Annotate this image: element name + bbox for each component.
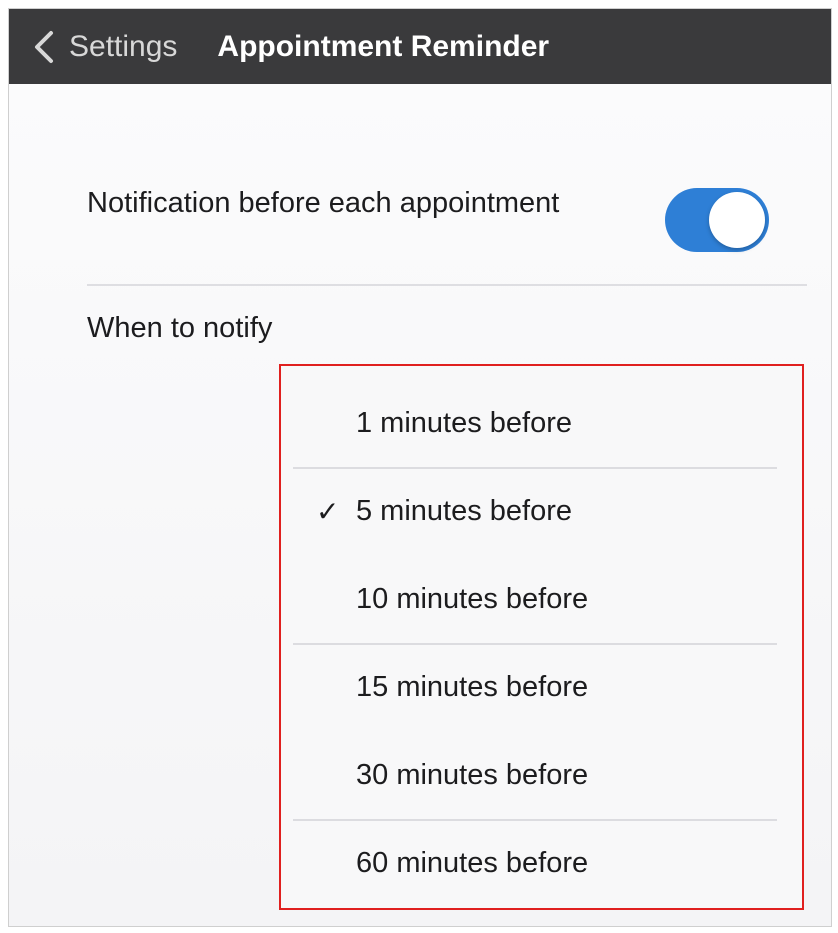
notify-time-dropdown: 1 minutes before ✓ 5 minutes before 10 minu…: [279, 364, 804, 910]
app-window: Settings Appointment Reminder Notificati…: [8, 8, 832, 927]
chevron-left-icon: [35, 30, 53, 63]
dropdown-option-label: 10 minutes before: [356, 583, 589, 615]
notification-toggle-row: Notification before each appointment: [87, 174, 807, 284]
notification-toggle-switch[interactable]: [665, 188, 769, 252]
when-to-notify-label: When to notify: [87, 312, 273, 344]
dropdown-option-label: 60 minutes before: [356, 847, 589, 879]
checkmark-icon: ✓: [316, 496, 340, 527]
notification-toggle-label: Notification before each appointment: [87, 187, 560, 219]
dropdown-option[interactable]: 15 minutes before: [281, 644, 802, 732]
dropdown-option[interactable]: 60 minutes before: [281, 820, 802, 908]
dropdown-option[interactable]: 1 minutes before: [281, 380, 802, 468]
back-button[interactable]: Settings: [9, 9, 177, 84]
toggle-knob: [709, 192, 765, 248]
dropdown-option[interactable]: 30 minutes before: [281, 732, 802, 820]
page-title: Appointment Reminder: [217, 29, 550, 63]
dropdown-option[interactable]: ✓ 5 minutes before: [281, 468, 802, 556]
dropdown-option-label: 5 minutes before: [356, 495, 573, 527]
dropdown-option[interactable]: 10 minutes before: [281, 556, 802, 644]
navigation-bar: Settings Appointment Reminder: [9, 9, 831, 84]
back-label: Settings: [69, 29, 178, 63]
row-divider: [87, 284, 807, 286]
dropdown-option-label: 1 minutes before: [356, 407, 573, 439]
dropdown-option-label: 15 minutes before: [356, 671, 589, 703]
dropdown-option-label: 30 minutes before: [356, 759, 589, 791]
settings-content: Notification before each appointment Whe…: [9, 84, 831, 926]
